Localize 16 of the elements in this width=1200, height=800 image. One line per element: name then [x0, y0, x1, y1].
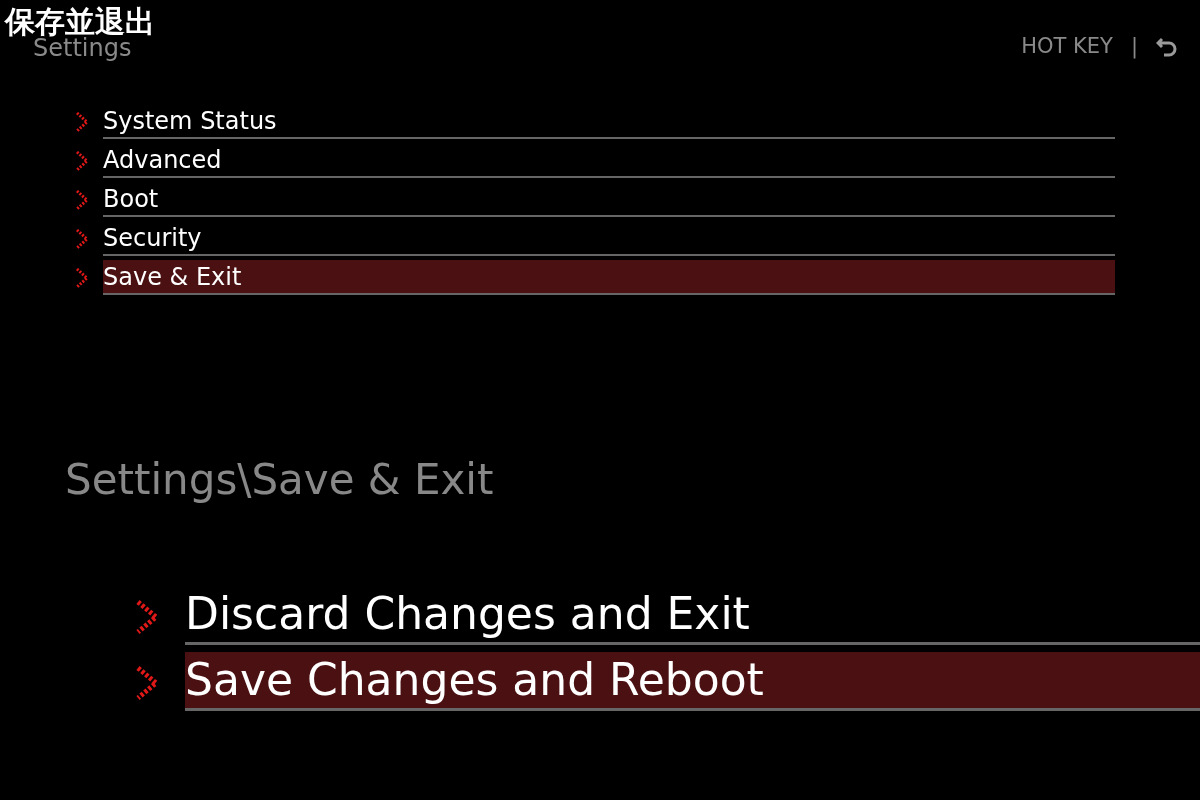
menu-item[interactable]: System Status	[103, 104, 1115, 139]
menu-item[interactable]: Security	[103, 221, 1115, 256]
chevron-icon	[75, 150, 91, 172]
separator-text: |	[1130, 34, 1138, 58]
back-icon[interactable]	[1156, 35, 1178, 57]
chevron-icon	[75, 111, 91, 133]
hotkey-link[interactable]: HOT KEY	[1021, 34, 1113, 58]
chevron-icon	[75, 228, 91, 250]
option-item[interactable]: Discard Changes and Exit	[185, 586, 1200, 645]
menu-item[interactable]: Save & Exit	[103, 260, 1115, 295]
option-item[interactable]: Save Changes and Reboot	[185, 652, 1200, 711]
menu-item[interactable]: Boot	[103, 182, 1115, 217]
breadcrumb: Settings\Save & Exit	[65, 455, 495, 504]
chevron-icon	[75, 189, 91, 211]
menu-item[interactable]: Advanced	[103, 143, 1115, 178]
chevron-icon	[75, 267, 91, 289]
